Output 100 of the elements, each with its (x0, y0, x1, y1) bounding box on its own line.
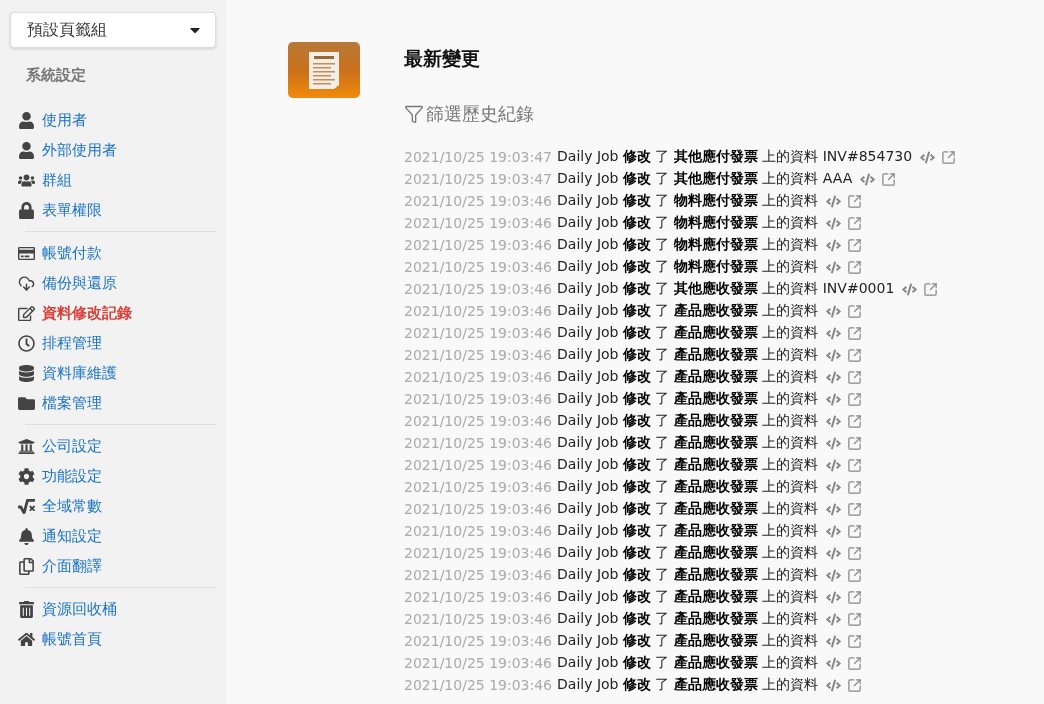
sidebar-link[interactable]: 資料修改記錄 (42, 303, 132, 323)
database-icon (17, 364, 35, 382)
code-icon[interactable] (826, 369, 842, 385)
timestamp: 2021/10/25 19:03:46 (404, 655, 553, 671)
timestamp: 2021/10/25 19:03:46 (404, 281, 553, 297)
code-icon[interactable] (826, 677, 842, 693)
code-icon[interactable] (826, 501, 842, 517)
timestamp: 2021/10/25 19:03:46 (404, 215, 553, 231)
code-icon[interactable] (826, 347, 842, 363)
external-link-icon[interactable] (847, 435, 863, 451)
sidebar-link[interactable]: 帳號首頁 (42, 629, 102, 649)
external-link-icon[interactable] (847, 457, 863, 473)
log-entry-text: Daily Job 修改 了 產品應收發票 上的資料 (557, 478, 819, 496)
log-entry-text: Daily Job 修改 了 產品應收發票 上的資料 (557, 456, 819, 474)
code-icon[interactable] (826, 655, 842, 671)
external-link-icon[interactable] (847, 237, 863, 253)
timestamp: 2021/10/25 19:03:46 (404, 369, 553, 385)
external-link-icon[interactable] (847, 633, 863, 649)
timestamp: 2021/10/25 19:03:46 (404, 501, 553, 517)
code-icon[interactable] (826, 633, 842, 649)
sidebar-link[interactable]: 公司設定 (42, 436, 102, 456)
external-link-icon[interactable] (847, 479, 863, 495)
timestamp: 2021/10/25 19:03:47 (404, 171, 553, 187)
code-icon[interactable] (826, 567, 842, 583)
code-icon[interactable] (826, 391, 842, 407)
log-entry-text: Daily Job 修改 了 產品應收發票 上的資料 (557, 346, 819, 364)
sidebar-link[interactable]: 表單權限 (42, 200, 102, 220)
timestamp: 2021/10/25 19:03:46 (404, 677, 553, 693)
log-entry-text: Daily Job 修改 了 物料應付發票 上的資料 (557, 236, 819, 254)
code-icon[interactable] (826, 523, 842, 539)
settings-icon (17, 467, 35, 485)
log-entry-text: Daily Job 修改 了 產品應收發票 上的資料 (557, 500, 819, 518)
clock-icon (17, 334, 35, 352)
external-link-icon[interactable] (847, 655, 863, 671)
external-link-icon[interactable] (847, 347, 863, 363)
copy-icon (17, 557, 35, 575)
external-link-icon[interactable] (847, 259, 863, 275)
square-root-icon (17, 497, 35, 515)
filter-history-link[interactable]: 篩選歷史紀錄 (404, 102, 957, 126)
log-entry-text: Daily Job 修改 了 產品應收發票 上的資料 (557, 390, 819, 408)
trash-icon (17, 600, 35, 618)
home-icon (17, 630, 35, 648)
code-icon[interactable] (826, 611, 842, 627)
code-icon[interactable] (826, 303, 842, 319)
sidebar-link[interactable]: 排程管理 (42, 333, 102, 353)
sidebar-link[interactable]: 全域常數 (42, 496, 102, 516)
external-link-icon[interactable] (847, 325, 863, 341)
external-link-icon[interactable] (847, 501, 863, 517)
code-icon[interactable] (826, 435, 842, 451)
code-icon[interactable] (826, 193, 842, 209)
sidebar-link[interactable]: 備份與還原 (42, 273, 117, 293)
code-icon[interactable] (826, 259, 842, 275)
code-icon[interactable] (826, 237, 842, 253)
sidebar-link[interactable]: 檔案管理 (42, 393, 102, 413)
bank-icon (17, 437, 35, 455)
timestamp: 2021/10/25 19:03:46 (404, 413, 553, 429)
external-link-icon[interactable] (847, 611, 863, 627)
code-icon[interactable] (826, 413, 842, 429)
external-link-icon[interactable] (847, 413, 863, 429)
code-icon[interactable] (826, 325, 842, 341)
external-link-icon[interactable] (847, 567, 863, 583)
sidebar-link[interactable]: 通知設定 (42, 526, 102, 546)
tab-group-dropdown[interactable]: 預設頁籤組 (10, 12, 216, 48)
external-link-icon[interactable] (847, 369, 863, 385)
user-icon (17, 141, 35, 159)
external-link-icon[interactable] (847, 545, 863, 561)
page-title: 最新變更 (404, 46, 481, 71)
sidebar-link[interactable]: 介面翻譯 (42, 556, 102, 576)
external-link-icon[interactable] (881, 171, 897, 187)
sidebar-link[interactable]: 資料庫維護 (42, 363, 117, 383)
timestamp: 2021/10/25 19:03:46 (404, 435, 553, 451)
external-link-icon[interactable] (847, 677, 863, 693)
sidebar-link[interactable]: 帳號付款 (42, 243, 102, 263)
external-link-icon[interactable] (923, 281, 939, 297)
code-icon[interactable] (826, 457, 842, 473)
log-entry-text: Daily Job 修改 了 其他應收發票 上的資料 INV#0001 (557, 280, 895, 298)
code-icon[interactable] (860, 171, 876, 187)
timestamp: 2021/10/25 19:03:46 (404, 391, 553, 407)
sidebar-link[interactable]: 資源回收桶 (42, 599, 117, 619)
code-icon[interactable] (826, 589, 842, 605)
sidebar-link[interactable]: 功能設定 (42, 466, 102, 486)
timestamp: 2021/10/25 19:03:46 (404, 303, 553, 319)
sidebar-link[interactable]: 群組 (42, 170, 72, 190)
code-icon[interactable] (920, 149, 936, 165)
code-icon[interactable] (902, 281, 918, 297)
code-icon[interactable] (826, 215, 842, 231)
code-icon[interactable] (826, 545, 842, 561)
external-link-icon[interactable] (847, 193, 863, 209)
external-link-icon[interactable] (847, 215, 863, 231)
external-link-icon[interactable] (941, 149, 957, 165)
credit-card-icon (17, 244, 35, 262)
log-entry-text: Daily Job 修改 了 產品應收發票 上的資料 (557, 676, 819, 694)
sidebar-link[interactable]: 使用者 (42, 110, 87, 130)
external-link-icon[interactable] (847, 589, 863, 605)
code-icon[interactable] (826, 479, 842, 495)
external-link-icon[interactable] (847, 303, 863, 319)
external-link-icon[interactable] (847, 391, 863, 407)
external-link-icon[interactable] (847, 523, 863, 539)
folder-icon (17, 394, 35, 412)
sidebar-link[interactable]: 外部使用者 (42, 140, 117, 160)
